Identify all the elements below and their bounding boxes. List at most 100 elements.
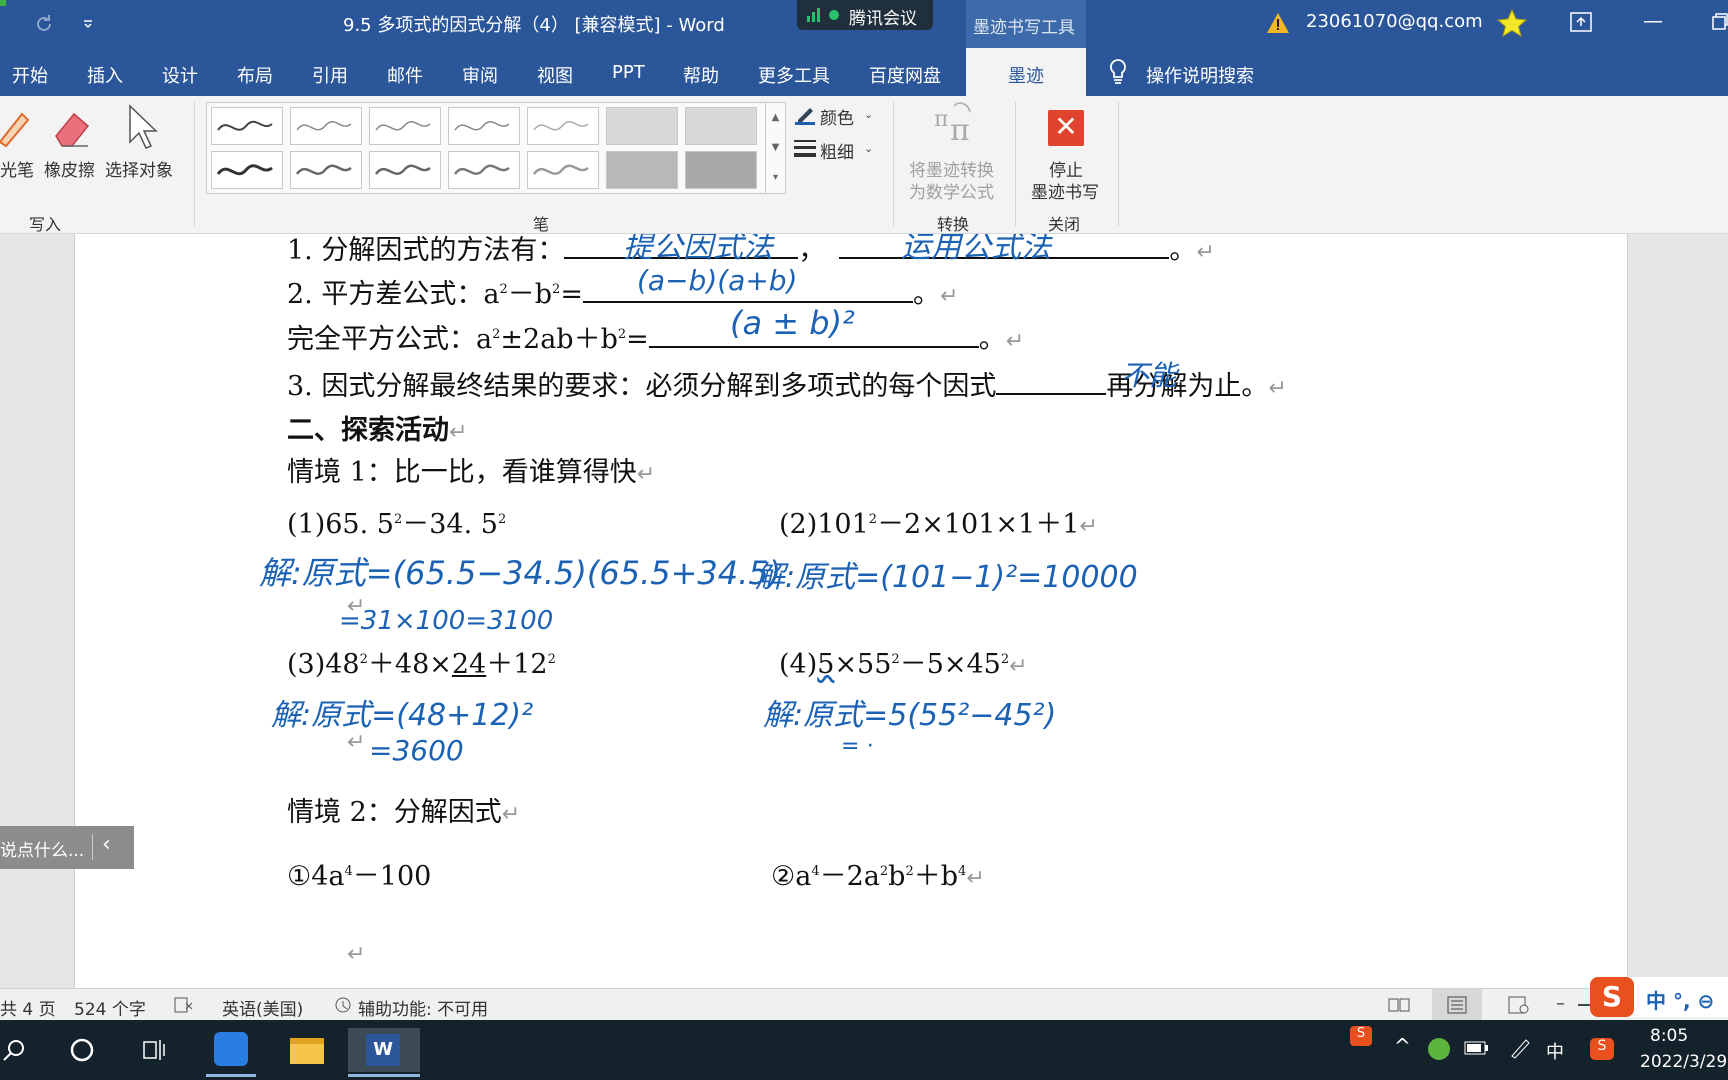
tab-home[interactable]: 开始 — [12, 62, 48, 88]
ink-to-math-button-line2[interactable]: 为数学公式 — [909, 178, 994, 203]
pen-stroke-icon — [375, 121, 431, 131]
pen-swatch[interactable] — [448, 107, 520, 145]
task-view-icon[interactable] — [142, 1038, 168, 1062]
taskbar-app-meeting[interactable] — [206, 1028, 256, 1077]
pen-swatch[interactable] — [369, 107, 441, 145]
pencil-swatch[interactable] — [606, 107, 678, 145]
pencil-swatch[interactable] — [685, 107, 757, 145]
pen-tray-icon[interactable] — [1508, 1036, 1532, 1060]
chevron-up-icon[interactable]: ^ — [1394, 1034, 1411, 1058]
pen-swatch[interactable] — [211, 151, 283, 189]
meeting-badge[interactable]: 腾讯会议 — [797, 0, 933, 30]
page-count[interactable]: 共 4 页 — [0, 995, 56, 1020]
stop-inking-button-line2[interactable]: 墨迹书写 — [1031, 178, 1099, 203]
superscript: 2 — [359, 652, 368, 667]
tab-help[interactable]: 帮助 — [683, 62, 719, 88]
select-objects-icon[interactable] — [126, 104, 158, 150]
print-layout-button[interactable] — [1432, 989, 1482, 1020]
pen-swatch[interactable] — [211, 107, 283, 145]
tray-app-icon[interactable] — [1428, 1038, 1450, 1060]
doc-text: 情境 2：分解因式 — [287, 797, 502, 828]
star-icon[interactable] — [1497, 8, 1527, 38]
document-canvas[interactable]: 1. 分解因式的方法有：，。↵ 提公因式法 运用公式法 2. 平方差公式：a2－… — [0, 234, 1728, 988]
tab-ppt[interactable]: PPT — [612, 62, 645, 83]
customize-toolbar-icon[interactable] — [82, 18, 94, 30]
pen-swatch[interactable] — [448, 151, 520, 189]
tab-insert[interactable]: 插入 — [87, 62, 123, 88]
minimize-icon[interactable] — [1644, 20, 1662, 24]
language-indicator[interactable]: 英语(美国) — [222, 995, 303, 1020]
tab-baidu-netdisk[interactable]: 百度网盘 — [869, 62, 941, 88]
warning-icon[interactable] — [1266, 12, 1290, 34]
pen-swatch[interactable] — [290, 107, 362, 145]
tab-review[interactable]: 审阅 — [462, 62, 498, 88]
search-icon[interactable] — [2, 1038, 26, 1062]
eraser-icon[interactable] — [52, 106, 92, 148]
folder-icon — [290, 1038, 324, 1064]
account-email[interactable]: 23061070@qq.com — [1306, 11, 1483, 32]
ime-status-badge[interactable]: S 中 °, ⊖ — [1590, 977, 1728, 1017]
tab-design[interactable]: 设计 — [162, 62, 198, 88]
sogou-ime-icon[interactable]: S — [1590, 1038, 1614, 1060]
accessibility-status[interactable]: 辅助功能: 不可用 — [358, 995, 488, 1020]
taskbar-app-explorer[interactable] — [282, 1028, 332, 1072]
chevron-left-icon[interactable]: ‹ — [102, 832, 111, 857]
redo-icon[interactable] — [32, 12, 56, 36]
web-layout-icon[interactable] — [1508, 996, 1530, 1014]
accessibility-icon[interactable] — [334, 996, 354, 1014]
tab-view[interactable]: 视图 — [537, 62, 573, 88]
doc-text: (2)101 — [779, 509, 869, 540]
group-label-convert: 转换 — [937, 215, 970, 234]
pen-swatch[interactable] — [527, 107, 599, 145]
doc-text: －2a — [819, 861, 880, 892]
tab-mailings[interactable]: 邮件 — [387, 62, 423, 88]
doc-text: 情境 1：比一比，看谁算得快 — [287, 457, 637, 488]
clock-time[interactable]: 8:05 — [1650, 1026, 1688, 1046]
eraser-button[interactable]: 橡皮擦 — [44, 156, 95, 181]
read-mode-icon[interactable] — [1388, 997, 1410, 1013]
highlighter-button[interactable]: 光笔 — [0, 156, 34, 181]
tab-layout[interactable]: 布局 — [237, 62, 273, 88]
gallery-scroll[interactable]: ▲ ▼ ▾ — [765, 103, 785, 193]
document-page[interactable]: 1. 分解因式的方法有：，。↵ 提公因式法 运用公式法 2. 平方差公式：a2－… — [74, 234, 1628, 988]
tab-ink[interactable]: 墨迹 — [966, 48, 1086, 96]
battery-icon[interactable] — [1464, 1040, 1490, 1056]
input-method-indicator[interactable]: 中 — [1546, 1038, 1564, 1064]
sogou-tray-icon[interactable]: S — [1350, 1026, 1372, 1046]
thickness-icon[interactable] — [794, 138, 816, 158]
thickness-button[interactable]: 粗细 — [820, 138, 854, 163]
pen-swatch[interactable] — [290, 151, 362, 189]
pen-swatch[interactable] — [527, 151, 599, 189]
tab-more-tools[interactable]: 更多工具 — [758, 62, 830, 88]
tell-me-search[interactable]: 操作说明搜索 — [1146, 62, 1254, 88]
color-button[interactable]: 颜色 — [820, 104, 854, 129]
ink-annotation: 解:原式=(65.5−34.5)(65.5+34.5) — [259, 554, 782, 592]
superscript: 2 — [617, 327, 627, 342]
highlighter-swatch[interactable] — [606, 151, 678, 189]
pen-swatch[interactable] — [369, 151, 441, 189]
tab-references[interactable]: 引用 — [312, 62, 348, 88]
highlighter-swatch[interactable] — [685, 151, 757, 189]
ribbon-display-icon[interactable] — [1570, 12, 1592, 32]
proofing-icon[interactable] — [174, 997, 194, 1013]
active-indicator — [206, 1074, 256, 1077]
highlighter-icon[interactable] — [0, 106, 30, 148]
comment-input[interactable]: 说点什么... ‹ — [0, 826, 134, 869]
clock-date[interactable]: 2022/3/29 — [1640, 1052, 1727, 1072]
taskbar-app-word[interactable]: W — [348, 1028, 420, 1077]
superscript: 4 — [344, 864, 353, 879]
restore-icon[interactable] — [1712, 12, 1728, 30]
stop-inking-icon[interactable]: ✕ — [1048, 110, 1084, 146]
pen-color-icon[interactable] — [794, 104, 816, 126]
doc-text: 24 — [451, 649, 487, 680]
superscript: 2 — [499, 282, 508, 297]
problem-1: (1)65. 52－34. 52 — [287, 502, 506, 541]
select-objects-button[interactable]: 选择对象 — [105, 156, 173, 181]
ink-annotation: 运用公式法 — [901, 234, 1051, 265]
autosave-indicator[interactable] — [0, 0, 6, 6]
cortana-icon[interactable] — [70, 1038, 94, 1062]
paragraph-mark: ↵ — [1009, 654, 1028, 679]
pen-gallery: ▲ ▼ ▾ — [206, 102, 786, 194]
word-count[interactable]: 524 个字 — [74, 995, 146, 1020]
zoom-out-button[interactable]: – — [1556, 993, 1565, 1014]
